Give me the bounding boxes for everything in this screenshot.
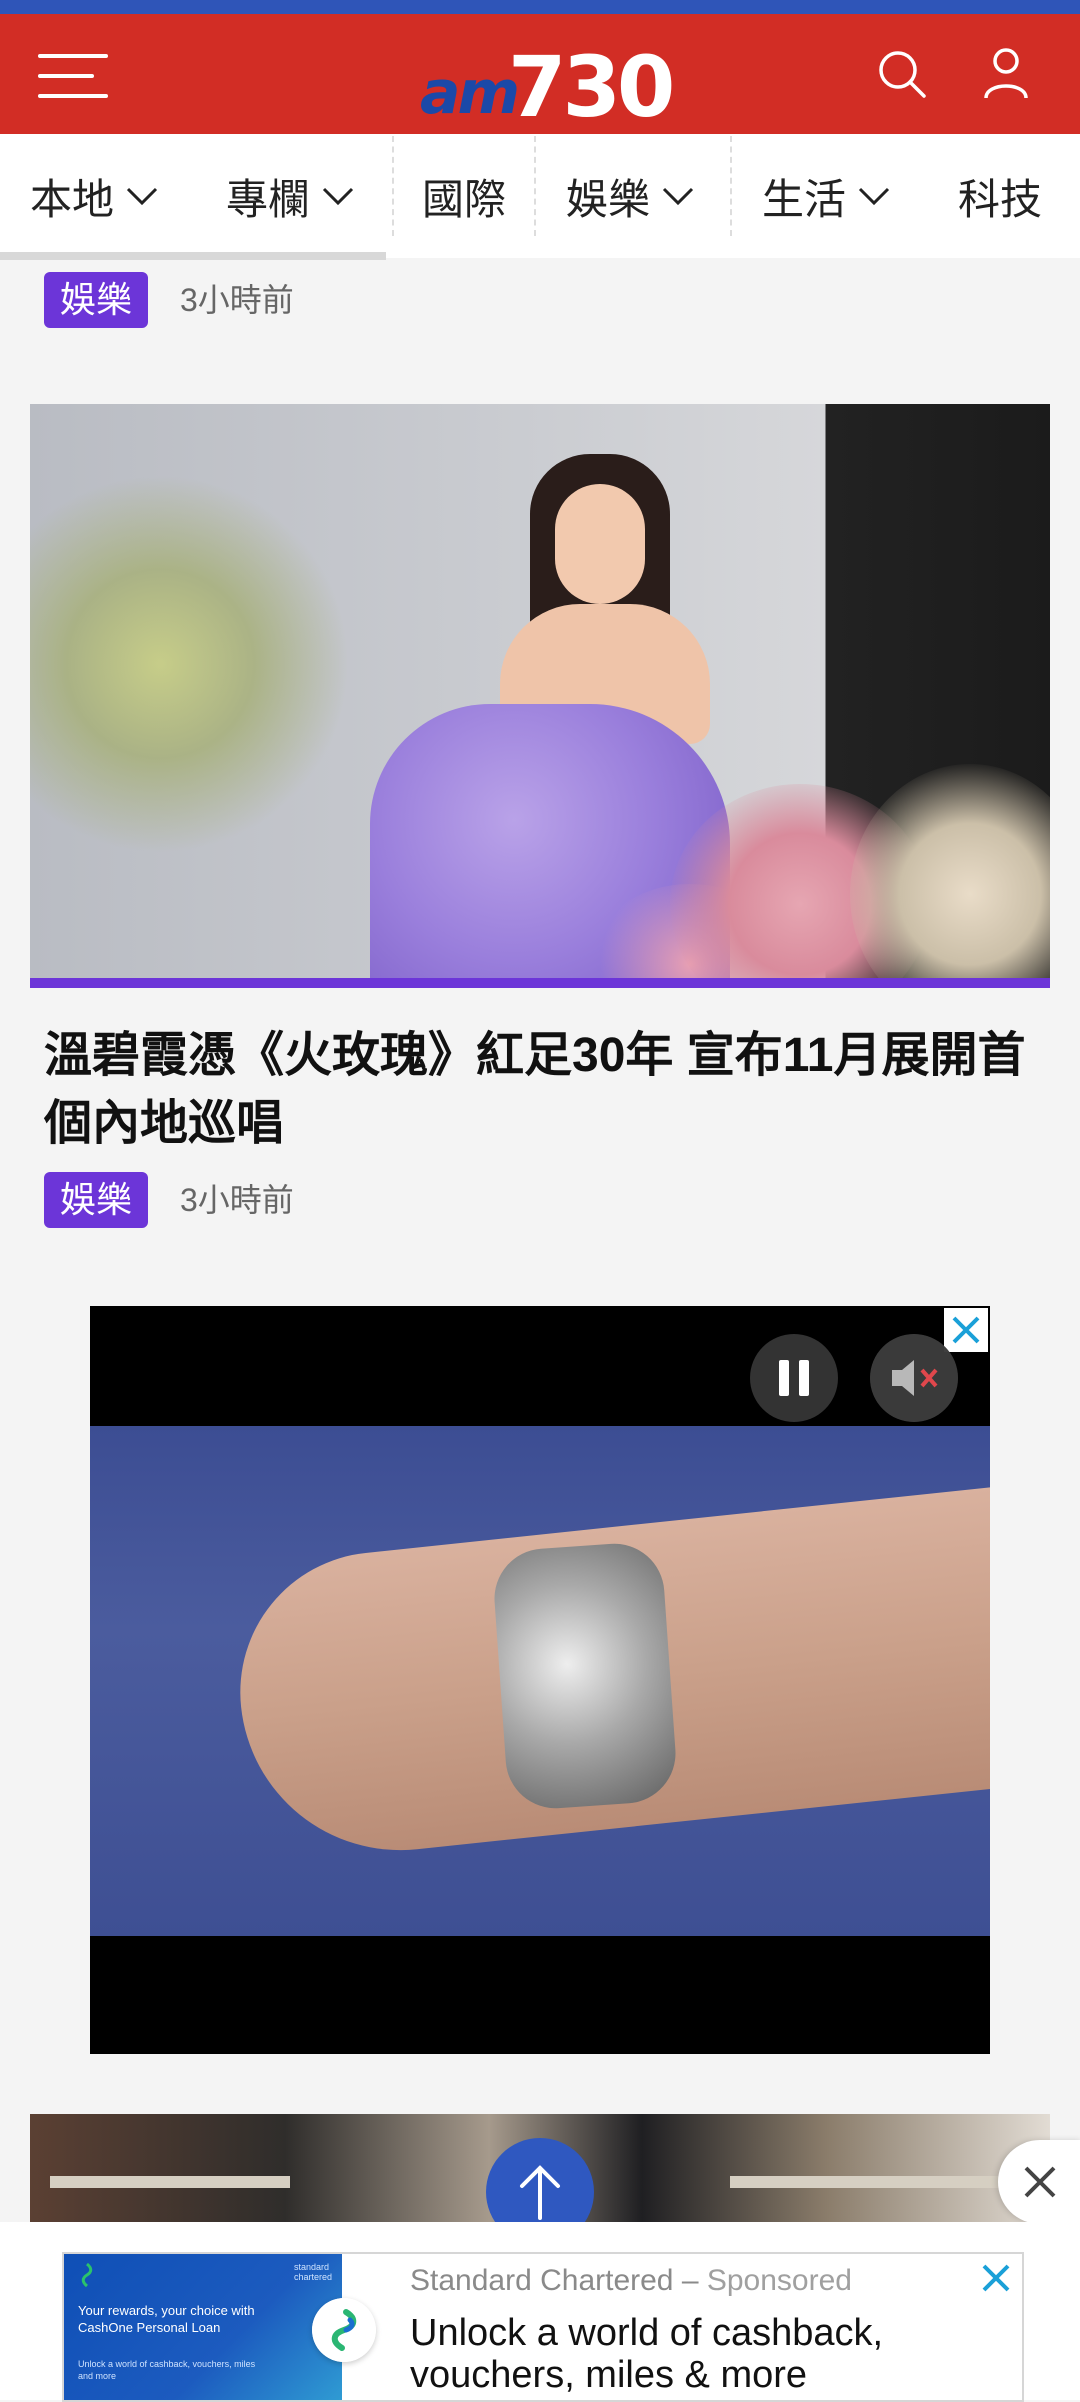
user-icon[interactable] — [976, 44, 1036, 104]
nav-item-lifestyle[interactable]: 生活 — [762, 134, 890, 258]
ad-thumb-subtext: Unlock a world of cashback, vouchers, mi… — [78, 2359, 256, 2381]
close-icon[interactable] — [978, 2260, 1014, 2296]
chevron-down-icon — [858, 187, 890, 206]
nav-divider — [392, 136, 394, 236]
category-nav: 本地 專欄 國際 娛樂 生活 科技 — [0, 134, 1080, 258]
ad-thumb-brand: standard chartered — [294, 2262, 333, 2282]
chevron-down-icon — [662, 187, 694, 206]
close-ad-button[interactable] — [998, 2140, 1080, 2224]
nav-item-tech[interactable]: 科技 — [958, 134, 1042, 258]
ad-thumb-headline: Your rewards, your choice with CashOne P… — [78, 2303, 255, 2335]
nav-label: 國際 — [422, 175, 507, 223]
chevron-down-icon — [322, 187, 354, 206]
chevron-down-icon — [126, 187, 158, 206]
sponsored-banner: standard chartered Your rewards, your ch… — [0, 2222, 1080, 2402]
nav-item-columns[interactable]: 專欄 — [226, 134, 354, 258]
nav-divider — [534, 136, 536, 236]
close-icon[interactable] — [944, 1308, 988, 1352]
nav-item-local[interactable]: 本地 — [30, 134, 158, 258]
standard-chartered-logo-icon — [81, 2262, 93, 2288]
ad-sponsor-line: Standard Chartered – Sponsored — [410, 2264, 852, 2298]
nav-label: 本地 — [30, 175, 115, 223]
ad-message[interactable]: Unlock a world of cashback, vouchers, mi… — [410, 2312, 950, 2396]
nav-label: 娛樂 — [566, 175, 651, 223]
mute-icon[interactable] — [870, 1334, 958, 1422]
nav-item-entertainment[interactable]: 娛樂 — [566, 134, 694, 258]
logo-am: am — [420, 58, 520, 128]
article-hero-image[interactable] — [30, 404, 1050, 980]
menu-icon[interactable] — [38, 46, 110, 102]
nav-label: 生活 — [762, 175, 847, 223]
category-tag[interactable]: 娛樂 — [44, 272, 149, 328]
sponsored-ad-card[interactable]: standard chartered Your rewards, your ch… — [62, 2252, 1024, 2402]
ad-advertiser: Standard Chartered — [410, 2264, 674, 2297]
sponsored-label: Sponsored — [706, 2264, 852, 2297]
close-icon — [1024, 2166, 1056, 2198]
nav-label: 科技 — [958, 175, 1043, 223]
logo-number: 730 — [508, 38, 675, 136]
ad-separator: – — [673, 2264, 707, 2297]
pause-button[interactable] — [750, 1334, 838, 1422]
hero-accent-bar — [30, 978, 1050, 988]
article-headline[interactable]: 溫碧霞憑《火玫瑰》紅足30年 宣布11月展開首個內地巡唱 — [44, 1022, 1044, 1158]
category-tag[interactable]: 娛樂 — [44, 1172, 149, 1228]
site-logo[interactable]: am 730 — [420, 32, 675, 136]
nav-item-international[interactable]: 國際 — [422, 134, 506, 258]
nav-divider — [730, 136, 732, 236]
nav-scroll-indicator — [0, 252, 386, 260]
site-header: am 730 — [0, 14, 1080, 136]
search-icon[interactable] — [872, 44, 932, 104]
nav-label: 專欄 — [226, 175, 311, 223]
ad-thumbnail: standard chartered Your rewards, your ch… — [64, 2254, 342, 2400]
top-stripe — [0, 0, 1080, 14]
article-time: 3小時前 — [180, 282, 294, 318]
article-time: 3小時前 — [180, 1182, 294, 1218]
video-ad[interactable] — [90, 1306, 990, 2054]
standard-chartered-logo-icon — [312, 2298, 376, 2362]
